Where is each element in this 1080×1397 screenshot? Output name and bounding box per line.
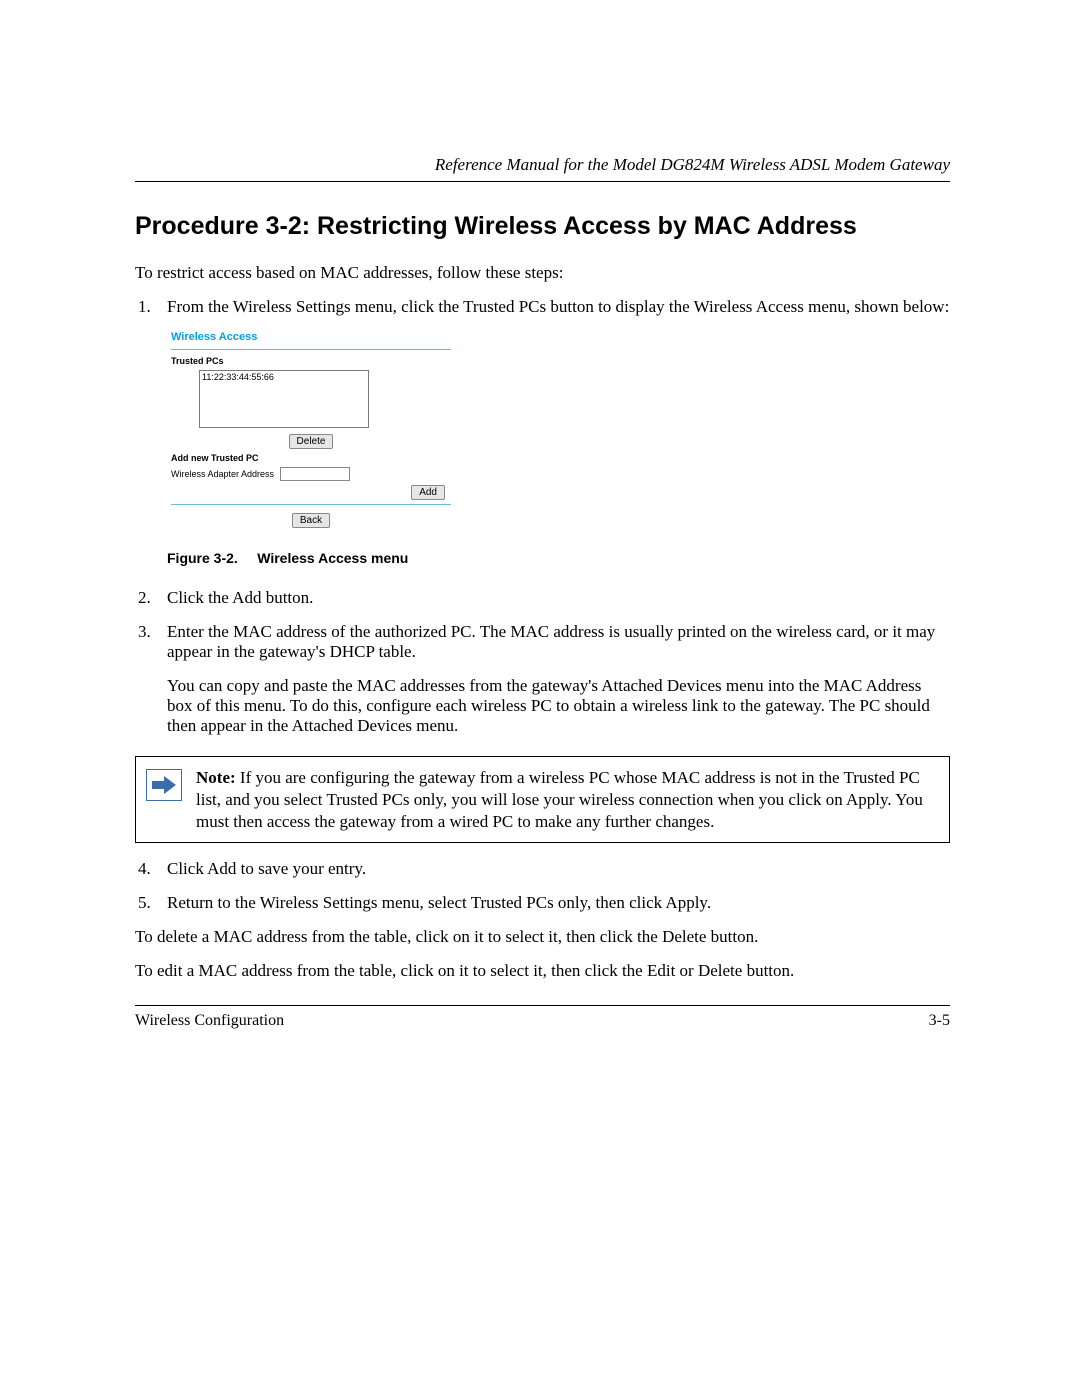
footer-right: 3-5 — [929, 1012, 950, 1030]
mac-row[interactable]: 11:22:33:44:55:66 — [202, 372, 274, 382]
footer-rule — [135, 1005, 950, 1006]
panel-divider-bottom — [171, 504, 451, 505]
add-new-label: Add new Trusted PC — [171, 453, 451, 463]
adapter-address-label: Wireless Adapter Address — [171, 469, 274, 479]
step-3-text: Enter the MAC address of the authorized … — [167, 622, 935, 661]
step-1: From the Wireless Settings menu, click t… — [155, 297, 950, 566]
document-page: Reference Manual for the Model DG824M Wi… — [0, 0, 1080, 1397]
step-5: Return to the Wireless Settings menu, se… — [155, 893, 950, 913]
back-button[interactable]: Back — [292, 513, 330, 528]
panel-divider-top — [171, 349, 451, 350]
step-2-text: Click the Add button. — [167, 588, 313, 607]
delete-para: To delete a MAC address from the table, … — [135, 927, 950, 947]
step-5-text: Return to the Wireless Settings menu, se… — [167, 893, 711, 912]
step-1-text: From the Wireless Settings menu, click t… — [167, 297, 949, 316]
figure-container: Wireless Access Trusted PCs 11:22:33:44:… — [167, 327, 950, 566]
footer: Wireless Configuration 3-5 — [135, 1012, 950, 1030]
figure-caption: Figure 3-2. Wireless Access menu — [167, 550, 950, 566]
intro-paragraph: To restrict access based on MAC addresse… — [135, 263, 950, 283]
running-header: Reference Manual for the Model DG824M Wi… — [135, 155, 950, 175]
step-3: Enter the MAC address of the authorized … — [155, 622, 950, 736]
arrow-icon — [146, 769, 182, 801]
note-body: If you are configuring the gateway from … — [196, 768, 923, 831]
step-2: Click the Add button. — [155, 588, 950, 608]
figure-title: Wireless Access menu — [257, 550, 408, 566]
note-lead: Note: — [196, 768, 240, 787]
adapter-address-input[interactable] — [280, 467, 350, 481]
step-3-extra: You can copy and paste the MAC addresses… — [167, 676, 950, 736]
step-list: From the Wireless Settings menu, click t… — [135, 297, 950, 736]
note-box: Note: If you are configuring the gateway… — [135, 756, 950, 843]
wireless-access-panel: Wireless Access Trusted PCs 11:22:33:44:… — [167, 327, 455, 536]
trusted-pcs-label: Trusted PCs — [171, 356, 451, 366]
procedure-title: Procedure 3-2: Restricting Wireless Acce… — [135, 212, 950, 241]
trusted-pcs-listbox[interactable]: 11:22:33:44:55:66 — [199, 370, 369, 428]
footer-left: Wireless Configuration — [135, 1012, 284, 1030]
add-button[interactable]: Add — [411, 485, 445, 500]
step-4: Click Add to save your entry. — [155, 859, 950, 879]
edit-para: To edit a MAC address from the table, cl… — [135, 961, 950, 981]
header-rule — [135, 181, 950, 182]
figure-number: Figure 3-2. — [167, 550, 238, 566]
step-4-text: Click Add to save your entry. — [167, 859, 366, 878]
step-list-cont: Click Add to save your entry. Return to … — [135, 859, 950, 913]
panel-title: Wireless Access — [171, 331, 451, 343]
note-text: Note: If you are configuring the gateway… — [196, 767, 935, 832]
delete-button[interactable]: Delete — [289, 434, 334, 449]
